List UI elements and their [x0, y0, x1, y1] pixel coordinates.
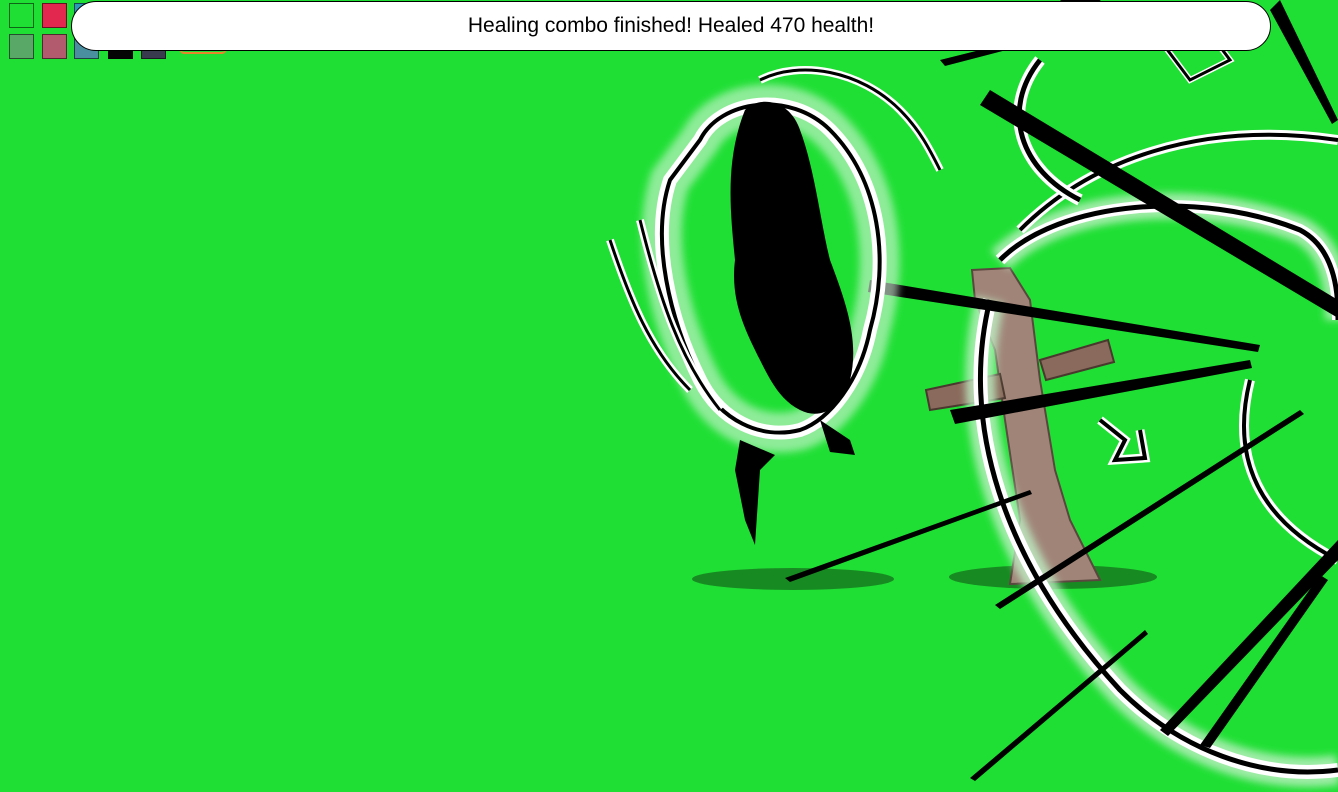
- message-banner: Healing combo finished! Healed 470 healt…: [71, 1, 1271, 51]
- dark-green-swatch[interactable]: [9, 34, 34, 59]
- player-character[interactable]: [606, 66, 944, 545]
- combo-message: Healing combo finished! Healed 470 healt…: [467, 14, 875, 37]
- dusty-rose-swatch[interactable]: [42, 34, 67, 59]
- green-swatch[interactable]: [9, 3, 34, 28]
- red-swatch[interactable]: [42, 3, 67, 28]
- battle-scene: [606, 0, 1338, 787]
